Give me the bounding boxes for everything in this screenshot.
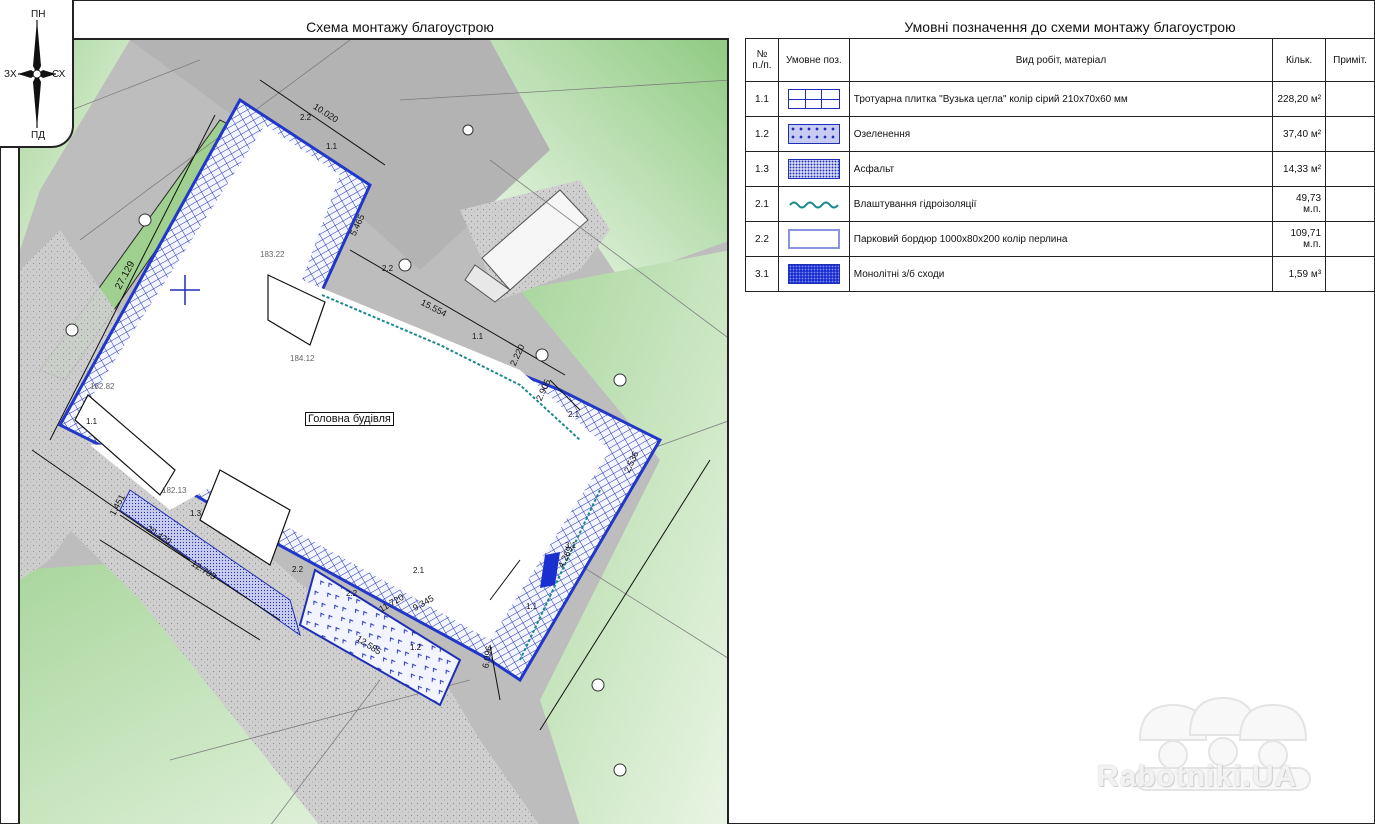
row-no: 2.1 [745, 186, 779, 222]
row-work: Парковий бордюр 1000х80х200 колір перлин… [848, 221, 1274, 257]
callout-label: 2.2 [382, 264, 394, 273]
legend-header-row: № п./п. Умовне поз. Вид робіт, матеріал … [745, 38, 1375, 82]
row-qty: 109,71 м.п. [1272, 221, 1327, 257]
elevation-label: 183.22 [260, 250, 285, 259]
building-label: Головна будівля [305, 412, 394, 426]
callout-label: 3.1 [565, 541, 577, 550]
header-qty: Кільк. [1272, 38, 1327, 82]
row-no: 1.1 [745, 81, 779, 117]
waterproofing-wave-icon [789, 201, 839, 209]
row-qty: 228,20 м² [1272, 81, 1327, 117]
callout-label: 2.2 [292, 565, 304, 574]
legend-row: 1.2 Озеленення 37,40 м² [745, 116, 1375, 152]
legend-row: 2.2 Парковий бордюр 1000х80х200 колір пе… [745, 221, 1375, 257]
tile-grid-icon [787, 89, 840, 109]
legend-title: Умовні позначення до схеми монтажу благо… [904, 19, 1236, 35]
row-qty: 14,33 м² [1272, 151, 1327, 187]
legend-row: 3.1 Монолітні з/б сходи 1,59 м³ [745, 256, 1375, 292]
row-work: Влаштування гідроізоляції [848, 186, 1274, 222]
row-work: Асфальт [848, 151, 1274, 187]
legend-table: № п./п. Умовне поз. Вид робіт, матеріал … [745, 38, 1375, 292]
callout-label: 2.1 [568, 410, 580, 419]
callout-label: 2.2 [346, 589, 358, 598]
map-title: Схема монтажу благоустрою [306, 19, 494, 35]
compass-west-label: ЗХ [4, 69, 17, 80]
legend-row: 1.1 Тротуарна плитка "Вузька цегла" колі… [745, 81, 1375, 117]
legend-row: 2.1 Влаштування гідроізоляції 49,73 м.п. [745, 186, 1375, 222]
row-qty: 1,59 м³ [1272, 256, 1327, 292]
asphalt-dots-icon [787, 159, 840, 179]
legend-row: 1.3 Асфальт 14,33 м² [745, 151, 1375, 187]
row-no: 1.3 [745, 151, 779, 187]
header-work: Вид робіт, матеріал [848, 38, 1274, 82]
compass-south-label: ПД [31, 130, 45, 141]
header-no: № п./п. [745, 38, 779, 82]
row-no: 3.1 [745, 256, 779, 292]
callout-label: 1.2 [410, 643, 422, 652]
callout-label: 1.1 [472, 332, 484, 341]
compass-north-label: ПН [31, 9, 46, 20]
callout-label: 1.1 [526, 602, 538, 611]
callout-label: 2.1 [413, 566, 425, 575]
elevation-label: 184.12 [290, 354, 315, 363]
row-work: Озеленення [848, 116, 1274, 152]
row-work: Тротуарна плитка "Вузька цегла" колір сі… [848, 81, 1274, 117]
callout-label: 1.1 [86, 417, 98, 426]
row-no: 1.2 [745, 116, 779, 152]
elevation-label: 182.13 [162, 486, 187, 495]
header-symbol: Умовне поз. [777, 38, 850, 82]
compass-east-label: СХ [52, 69, 66, 80]
elevation-label: 182.82 [90, 382, 115, 391]
greenery-pattern-icon [787, 124, 840, 144]
header-note: Приміт. [1325, 38, 1375, 82]
callout-label: 2.2 [300, 113, 312, 122]
concrete-stairs-icon [787, 264, 840, 284]
curb-rectangle-icon [787, 229, 840, 249]
watermark-text: Rabotniki.UA [1097, 760, 1298, 793]
row-qty: 37,40 м² [1272, 116, 1327, 152]
callout-label: 1.1 [326, 142, 338, 151]
row-no: 2.2 [745, 221, 779, 257]
compass-panel: ПН ПД ЗХ СХ [0, 0, 74, 148]
site-plan-drawing [20, 40, 727, 824]
site-plan: Головна будівля 10.020 5.465 15.554 2.90… [18, 38, 729, 824]
callout-label: 1.3 [190, 509, 202, 518]
row-qty: 49,73 м.п. [1272, 186, 1327, 222]
row-work: Монолітні з/б сходи [848, 256, 1274, 292]
